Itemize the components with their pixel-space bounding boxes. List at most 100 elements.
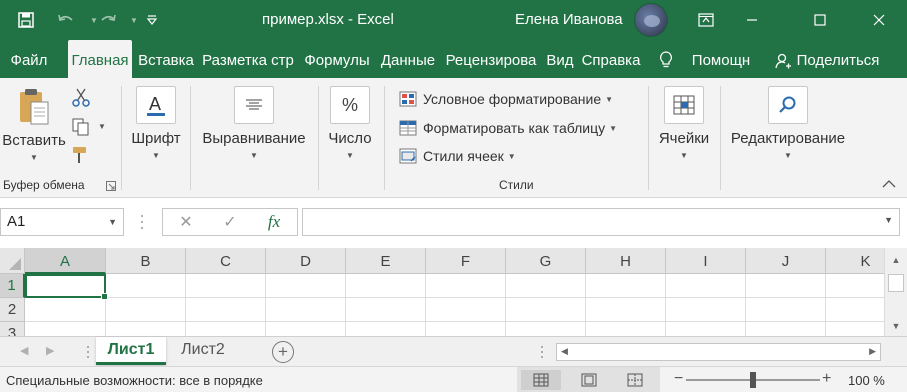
cell-d2[interactable] (266, 298, 346, 322)
cell-g3[interactable] (506, 322, 586, 336)
formula-input[interactable]: ▼ (302, 208, 900, 236)
copy-icon[interactable] (72, 118, 92, 139)
normal-view-icon[interactable] (521, 370, 561, 390)
avatar[interactable] (634, 3, 668, 37)
cell-i2[interactable] (666, 298, 746, 322)
column-header-e[interactable]: E (346, 248, 426, 274)
column-header-i[interactable]: I (666, 248, 746, 274)
dialog-launcher-icon[interactable] (106, 180, 116, 194)
active-cell-outline[interactable] (25, 274, 108, 300)
row-header-1[interactable]: 1 (0, 274, 25, 298)
paste-button[interactable]: Вставить ▼ (2, 86, 66, 162)
copy-dropdown-icon[interactable]: ▼ (98, 122, 106, 131)
sheet-tab-1[interactable]: Лист1 (96, 337, 166, 365)
redo-icon[interactable] (94, 8, 122, 32)
tell-me-search[interactable]: Помощн (688, 40, 754, 78)
save-icon[interactable] (12, 8, 40, 32)
cell-a3[interactable] (25, 322, 106, 336)
cell-h2[interactable] (586, 298, 666, 322)
cell-f2[interactable] (426, 298, 506, 322)
tab-help[interactable]: Справка (580, 40, 642, 78)
user-name[interactable]: Елена Иванова (515, 11, 623, 28)
accessibility-status[interactable]: Специальные возможности: все в порядке (6, 373, 263, 388)
font-button[interactable]: A Шрифт ▼ (126, 86, 186, 160)
tab-file[interactable]: Файл (0, 40, 58, 78)
chevron-down-icon[interactable]: ▼ (108, 209, 117, 235)
column-header-a[interactable]: A (25, 248, 106, 274)
cell-d3[interactable] (266, 322, 346, 336)
insert-function-icon[interactable]: fx (257, 209, 291, 235)
select-all-button[interactable] (0, 248, 25, 274)
row-header-2[interactable]: 2 (0, 298, 25, 322)
ribbon-display-options-icon[interactable] (683, 0, 729, 40)
scroll-up-icon[interactable]: ▲ (885, 250, 907, 270)
cell-c3[interactable] (186, 322, 266, 336)
cell-f3[interactable] (426, 322, 506, 336)
cell-j3[interactable] (746, 322, 826, 336)
column-header-j[interactable]: J (746, 248, 826, 274)
cell-c1[interactable] (186, 274, 266, 298)
cell-a2[interactable] (25, 298, 106, 322)
scroll-left-icon[interactable]: ◀ (561, 346, 568, 357)
cell-f1[interactable] (426, 274, 506, 298)
cell-d1[interactable] (266, 274, 346, 298)
cell-g2[interactable] (506, 298, 586, 322)
column-header-h[interactable]: H (586, 248, 666, 274)
next-sheet-icon[interactable]: ▶ (46, 344, 54, 357)
cell-e2[interactable] (346, 298, 426, 322)
zoom-slider-thumb[interactable] (750, 372, 756, 388)
tab-home[interactable]: Главная (68, 40, 132, 78)
tab-data[interactable]: Данные (378, 40, 438, 78)
cell-g1[interactable] (506, 274, 586, 298)
zoom-in-button[interactable]: + (822, 370, 831, 388)
cell-c2[interactable] (186, 298, 266, 322)
cell-j2[interactable] (746, 298, 826, 322)
cut-icon[interactable] (72, 88, 90, 111)
scroll-right-icon[interactable]: ▶ (869, 346, 876, 357)
cell-k2[interactable] (826, 298, 884, 322)
cell-h3[interactable] (586, 322, 666, 336)
column-header-k[interactable]: K (826, 248, 884, 274)
number-button[interactable]: % Число ▼ (322, 86, 378, 160)
scroll-thumb[interactable] (888, 274, 904, 292)
tab-formulas[interactable]: Формулы (300, 40, 374, 78)
page-break-view-icon[interactable] (615, 370, 655, 390)
conditional-formatting-button[interactable]: Условное форматирование ▼ (399, 88, 613, 110)
cancel-icon[interactable]: ✕ (169, 209, 203, 235)
add-sheet-button[interactable]: + (272, 341, 294, 363)
share-button[interactable]: Поделиться (794, 40, 882, 78)
expand-formula-bar-icon[interactable]: ▼ (884, 215, 893, 225)
column-header-b[interactable]: B (106, 248, 186, 274)
cell-k1[interactable] (826, 274, 884, 298)
cell-k3[interactable] (826, 322, 884, 336)
name-box[interactable]: A1 ▼ (0, 208, 124, 236)
scroll-down-icon[interactable]: ▼ (885, 316, 907, 336)
zoom-out-button[interactable]: − (674, 370, 683, 388)
column-header-f[interactable]: F (426, 248, 506, 274)
minimize-icon[interactable] (729, 0, 775, 40)
horizontal-scrollbar[interactable]: ◀ ▶ (556, 343, 881, 361)
page-layout-view-icon[interactable] (569, 370, 609, 390)
zoom-level[interactable]: 100 % (848, 373, 885, 388)
cell-b3[interactable] (106, 322, 186, 336)
tab-page-layout[interactable]: Разметка стр (200, 40, 296, 78)
spreadsheet-grid[interactable]: ABCDEFGHIJK 123 (0, 248, 884, 336)
tab-view[interactable]: Вид (544, 40, 576, 78)
enter-icon[interactable]: ✓ (213, 209, 247, 235)
editing-button[interactable]: Редактирование ▼ (724, 86, 852, 160)
column-header-g[interactable]: G (506, 248, 586, 274)
format-painter-icon[interactable] (72, 146, 92, 167)
previous-sheet-icon[interactable]: ◀ (20, 344, 28, 357)
close-icon[interactable] (856, 0, 902, 40)
column-header-d[interactable]: D (266, 248, 346, 274)
sheet-tab-2[interactable]: Лист2 (170, 337, 236, 365)
cell-j1[interactable] (746, 274, 826, 298)
cell-i1[interactable] (666, 274, 746, 298)
hscroll-grip[interactable] (540, 345, 544, 362)
undo-icon[interactable] (52, 8, 80, 32)
cell-e3[interactable] (346, 322, 426, 336)
cell-h1[interactable] (586, 274, 666, 298)
tab-review[interactable]: Рецензирова (442, 40, 540, 78)
collapse-ribbon-icon[interactable] (882, 178, 896, 192)
cell-i3[interactable] (666, 322, 746, 336)
